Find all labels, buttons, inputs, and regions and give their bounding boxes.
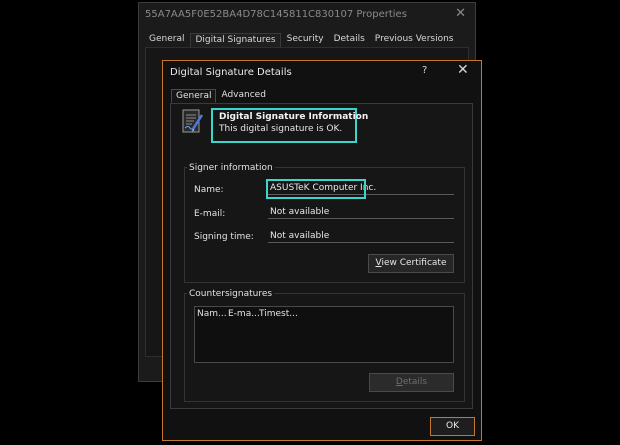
tab-previous-versions[interactable]: Previous Versions xyxy=(371,33,458,47)
signing-time-field[interactable]: Not available xyxy=(268,230,454,243)
tab-security[interactable]: Security xyxy=(283,33,328,47)
tab-digital-signatures[interactable]: Digital Signatures xyxy=(190,33,281,47)
signer-information-group: Signer information Name: ASUSTeK Compute… xyxy=(184,163,465,283)
column-header-timestamp[interactable]: Timest... xyxy=(259,309,298,319)
signer-information-label: Signer information xyxy=(187,163,275,173)
email-label: E-mail: xyxy=(194,209,226,219)
signature-status-text: This digital signature is OK. xyxy=(219,124,343,134)
tab-advanced[interactable]: Advanced xyxy=(217,89,269,103)
details-button[interactable]: Details xyxy=(369,373,454,392)
properties-window-title: 55A7AA5F0E52BA4D78C145811C830107 Propert… xyxy=(145,9,407,20)
countersignatures-label: Countersignatures xyxy=(187,289,275,299)
column-header-email[interactable]: E-ma... xyxy=(228,309,260,319)
name-label: Name: xyxy=(194,185,224,195)
general-tab-panel: Digital Signature Information This digit… xyxy=(170,103,473,409)
details-mnemonic: D xyxy=(395,377,403,387)
properties-close-icon[interactable]: ✕ xyxy=(455,6,466,21)
tab-general[interactable]: General xyxy=(171,89,217,103)
countersignatures-list[interactable]: Nam... E-ma... Timest... xyxy=(194,306,454,363)
help-icon[interactable]: ? xyxy=(422,65,427,76)
signature-info-heading: Digital Signature Information xyxy=(219,112,369,122)
view-certificate-label: iew Certificate xyxy=(381,258,447,268)
dialog-title: Digital Signature Details xyxy=(170,67,292,78)
tab-details[interactable]: Details xyxy=(330,33,369,47)
properties-tab-bar: General Digital Signatures Security Deta… xyxy=(145,33,459,47)
signing-time-label: Signing time: xyxy=(194,232,254,242)
view-certificate-button[interactable]: View Certificate xyxy=(368,254,454,273)
signature-info-box: Digital Signature Information This digit… xyxy=(211,108,369,143)
email-field[interactable]: Not available xyxy=(268,206,454,219)
countersignatures-group: Countersignatures Nam... E-ma... Timest.… xyxy=(184,289,465,402)
signature-details-dialog: Digital Signature Details ? ✕ General Ad… xyxy=(162,60,482,441)
dialog-tab-bar: General Advanced xyxy=(171,89,271,103)
column-header-name[interactable]: Nam... xyxy=(197,309,227,319)
signature-document-icon xyxy=(182,109,204,133)
details-label: etails xyxy=(402,377,428,387)
tab-general[interactable]: General xyxy=(145,33,188,47)
name-highlight-box xyxy=(266,179,366,199)
ok-button[interactable]: OK xyxy=(430,417,475,436)
dialog-close-icon[interactable]: ✕ xyxy=(457,62,469,78)
